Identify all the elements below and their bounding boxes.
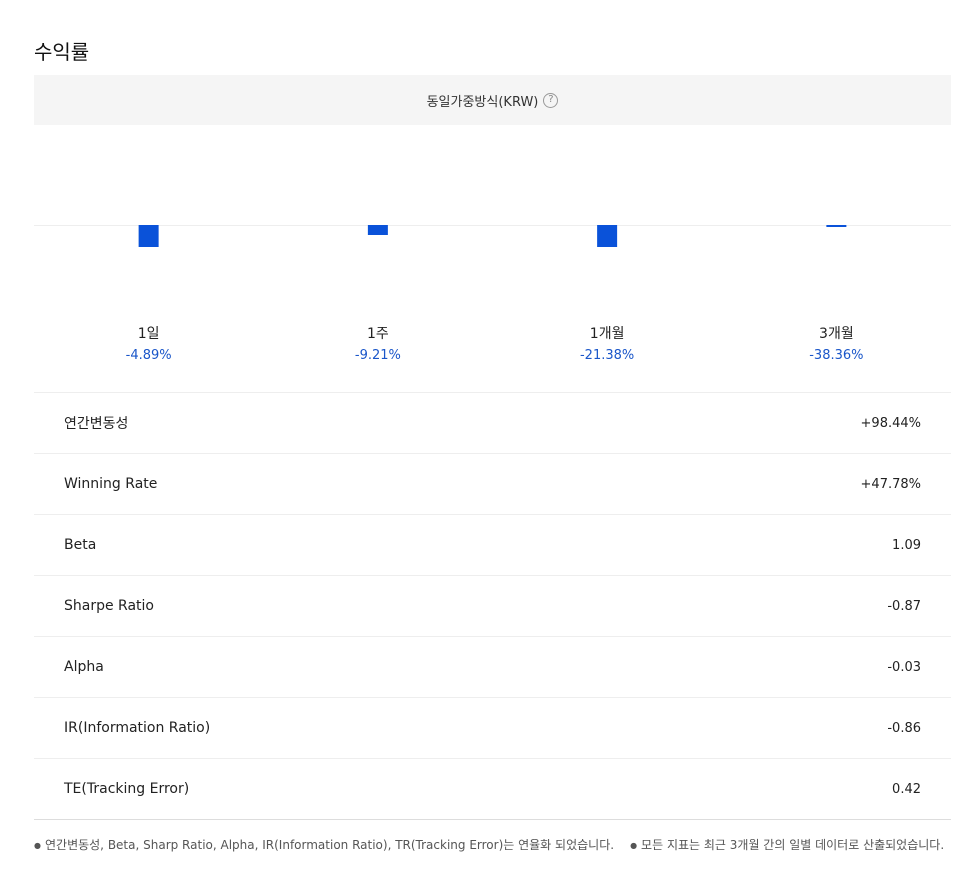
period-item: 3개월 -38.36%	[722, 322, 951, 366]
footnote-text: 모든 지표는 최근 3개월 간의 일별 데이터로 산출되었습니다.	[641, 838, 945, 852]
stat-label: IR(Information Ratio)	[64, 720, 211, 736]
period-item: 1일 -4.89%	[34, 322, 263, 366]
stat-label: Sharpe Ratio	[64, 598, 154, 614]
period-item: 1주 -9.21%	[263, 322, 492, 366]
stat-row-alpha: Alpha -0.03	[34, 637, 951, 698]
return-bar	[367, 225, 388, 235]
stat-value: -0.87	[887, 598, 921, 614]
return-bar	[826, 225, 847, 227]
period-label: 1개월	[589, 326, 625, 342]
method-header: 동일가중방식(KRW) ?	[34, 75, 951, 125]
period-label: 3개월	[819, 326, 854, 342]
stat-value: -0.86	[887, 720, 921, 736]
bullet-icon: ●	[34, 841, 41, 850]
stat-value: 1.09	[892, 537, 921, 553]
returns-chart	[34, 125, 951, 295]
period-return: -38.36%	[809, 348, 864, 363]
stat-label: Winning Rate	[64, 476, 158, 492]
period-list: 1일 -4.89% 1주 -9.21% 1개월 -21.38% 3개월 -38.…	[34, 322, 951, 366]
stat-value: 0.42	[892, 781, 921, 797]
period-label: 1주	[366, 326, 389, 342]
returns-chart-svg	[34, 225, 951, 247]
period-return: -9.21%	[354, 348, 401, 363]
stat-label: 연간변동성	[64, 416, 129, 432]
footnote: ● 연간변동성, Beta, Sharp Ratio, Alpha, IR(Inf…	[34, 836, 614, 853]
stat-row-sharpe-ratio: Sharpe Ratio -0.87	[34, 576, 951, 637]
footnote: ● 모든 지표는 최근 3개월 간의 일별 데이터로 산출되었습니다.	[630, 836, 944, 853]
stat-row-annual-volatility: 연간변동성 +98.44%	[34, 393, 951, 454]
stat-row-beta: Beta 1.09	[34, 515, 951, 576]
stats-table: 연간변동성 +98.44% Winning Rate +47.78% Beta …	[34, 392, 951, 820]
stat-value: -0.03	[887, 659, 921, 675]
footnote-text: 연간변동성, Beta, Sharp Ratio, Alpha, IR(Info…	[44, 838, 615, 852]
period-return: -21.38%	[579, 348, 635, 363]
method-label: 동일가중방식(KRW)	[426, 94, 539, 110]
bullet-icon: ●	[630, 841, 638, 850]
footnotes: ● 연간변동성, Beta, Sharp Ratio, Alpha, IR(Inf…	[34, 836, 960, 853]
question-circle-icon[interactable]: ?	[543, 92, 559, 108]
stat-row-information-ratio: IR(Information Ratio) -0.86	[34, 698, 951, 759]
return-bar	[597, 225, 618, 247]
stat-label: Alpha	[64, 659, 104, 675]
section-title: 수익률	[34, 40, 90, 64]
stat-label: TE(Tracking Error)	[64, 781, 190, 797]
period-label: 1일	[137, 326, 160, 342]
stat-row-tracking-error: TE(Tracking Error) 0.42	[34, 759, 951, 819]
stat-value: +98.44%	[860, 415, 921, 431]
period-item: 1개월 -21.38%	[493, 322, 722, 366]
stat-label: Beta	[64, 537, 97, 553]
stat-row-winning-rate: Winning Rate +47.78%	[34, 454, 951, 515]
return-bar	[138, 225, 159, 247]
stat-value: +47.78%	[860, 476, 921, 492]
period-return: -4.89%	[125, 348, 172, 363]
returns-panel: 수익률 동일가중방식(KRW) ? 1일 -4.89% 1주 -9.21% 1개…	[0, 0, 979, 879]
